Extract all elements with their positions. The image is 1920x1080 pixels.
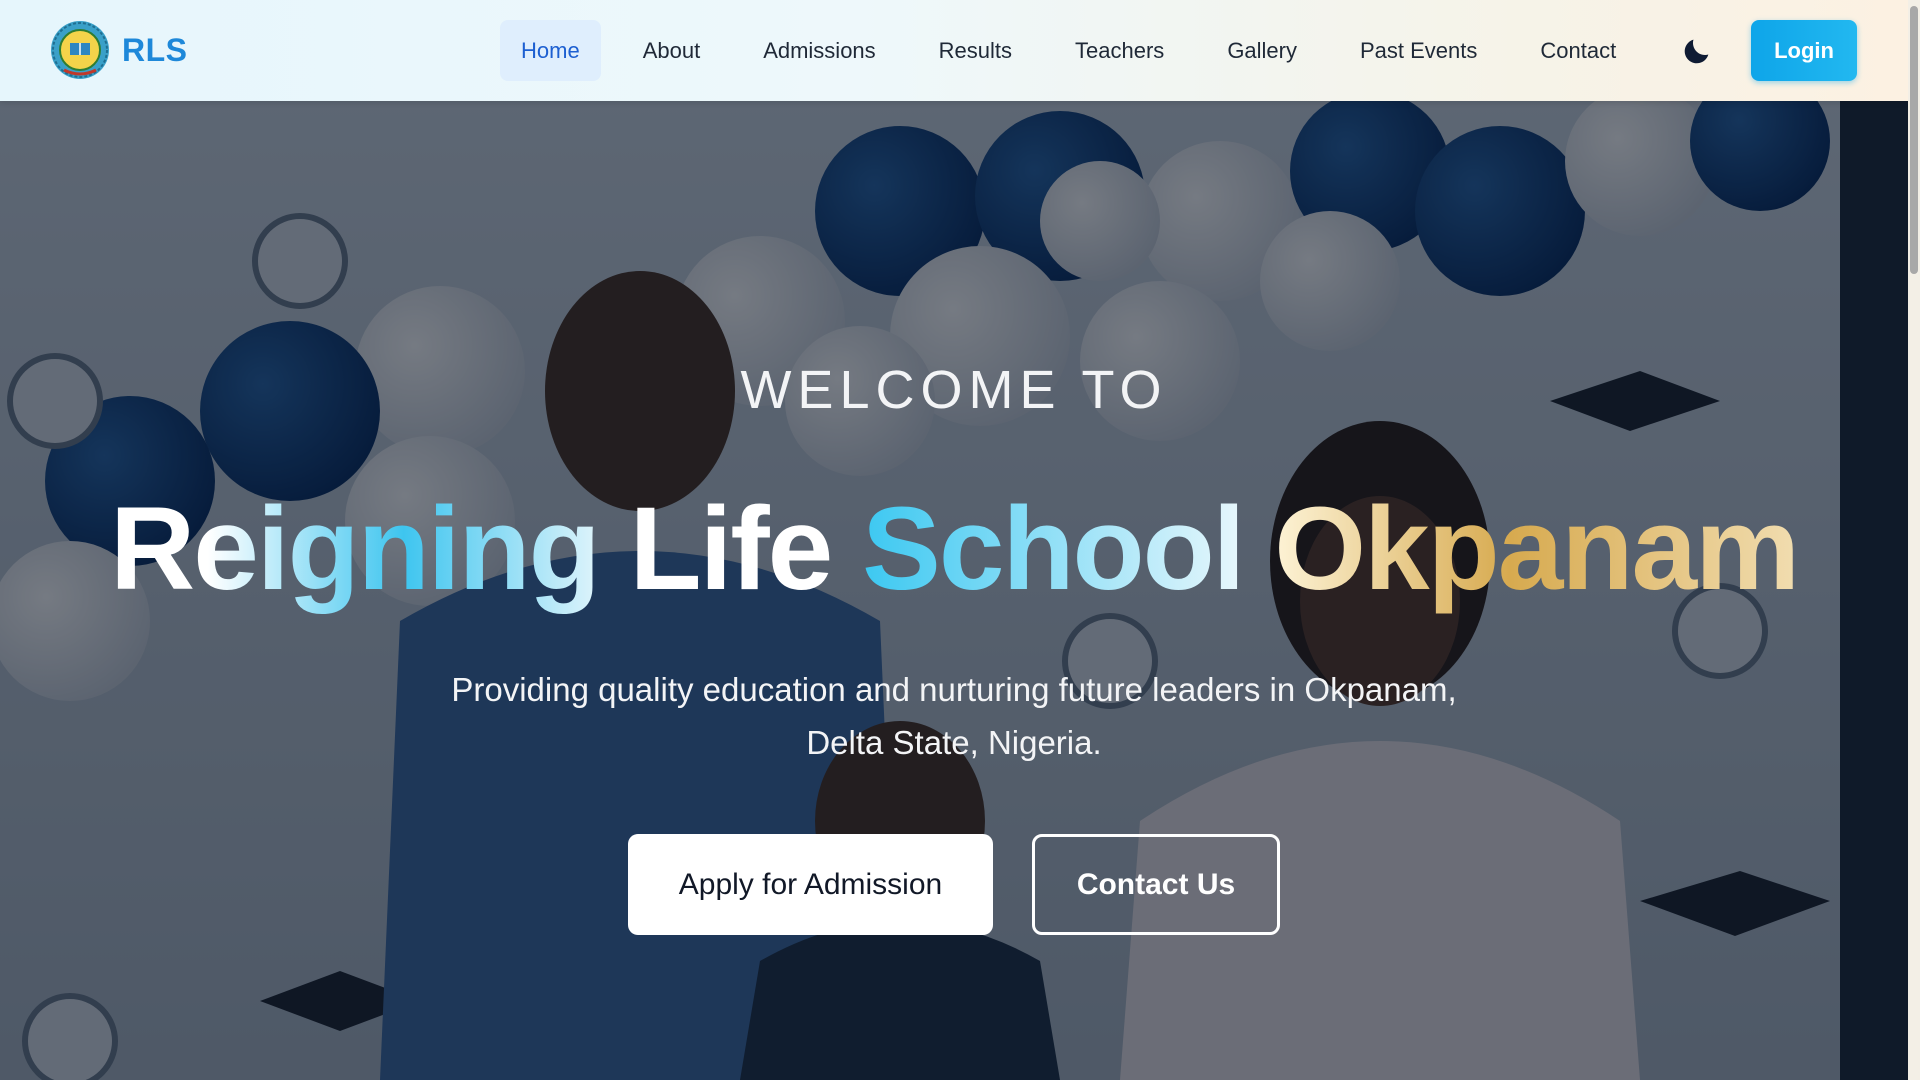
apply-for-admission-button[interactable]: Apply for Admission: [628, 834, 993, 935]
headline-word-reigning: Reigning: [109, 483, 601, 615]
nav-item-admissions[interactable]: Admissions: [742, 20, 896, 81]
nav-item-about[interactable]: About: [622, 20, 722, 81]
login-button[interactable]: Login: [1751, 20, 1857, 81]
nav-item-past-events[interactable]: Past Events: [1339, 20, 1498, 81]
brand[interactable]: RLS: [50, 18, 188, 82]
welcome-heading: WELCOME TO: [740, 360, 1168, 420]
school-crest-logo-icon: [50, 18, 110, 82]
hero-section: WELCOME TO Reigning Life School Okpanam …: [0, 101, 1908, 1080]
headline-word-life: Life: [629, 483, 834, 615]
nav-item-results[interactable]: Results: [918, 20, 1033, 81]
scrollbar-thumb[interactable]: [1910, 6, 1918, 274]
headline-word-okpanam: Okpanam: [1274, 483, 1800, 615]
contact-us-button[interactable]: Contact Us: [1032, 834, 1280, 935]
main-nav: Home About Admissions Results Teachers G…: [500, 20, 1658, 81]
nav-item-gallery[interactable]: Gallery: [1206, 20, 1318, 81]
nav-item-home[interactable]: Home: [500, 20, 601, 81]
headline-word-school: School: [862, 483, 1245, 615]
brand-name: RLS: [122, 31, 188, 68]
top-navbar: RLS Home About Admissions Results Teache…: [0, 0, 1908, 101]
nav-item-contact[interactable]: Contact: [1519, 20, 1637, 81]
school-name-headline: Reigning Life School Okpanam: [0, 481, 1908, 617]
hero-subtitle: Providing quality education and nurturin…: [451, 671, 1457, 761]
nav-item-teachers[interactable]: Teachers: [1054, 20, 1185, 81]
moon-icon[interactable]: [1680, 34, 1714, 68]
